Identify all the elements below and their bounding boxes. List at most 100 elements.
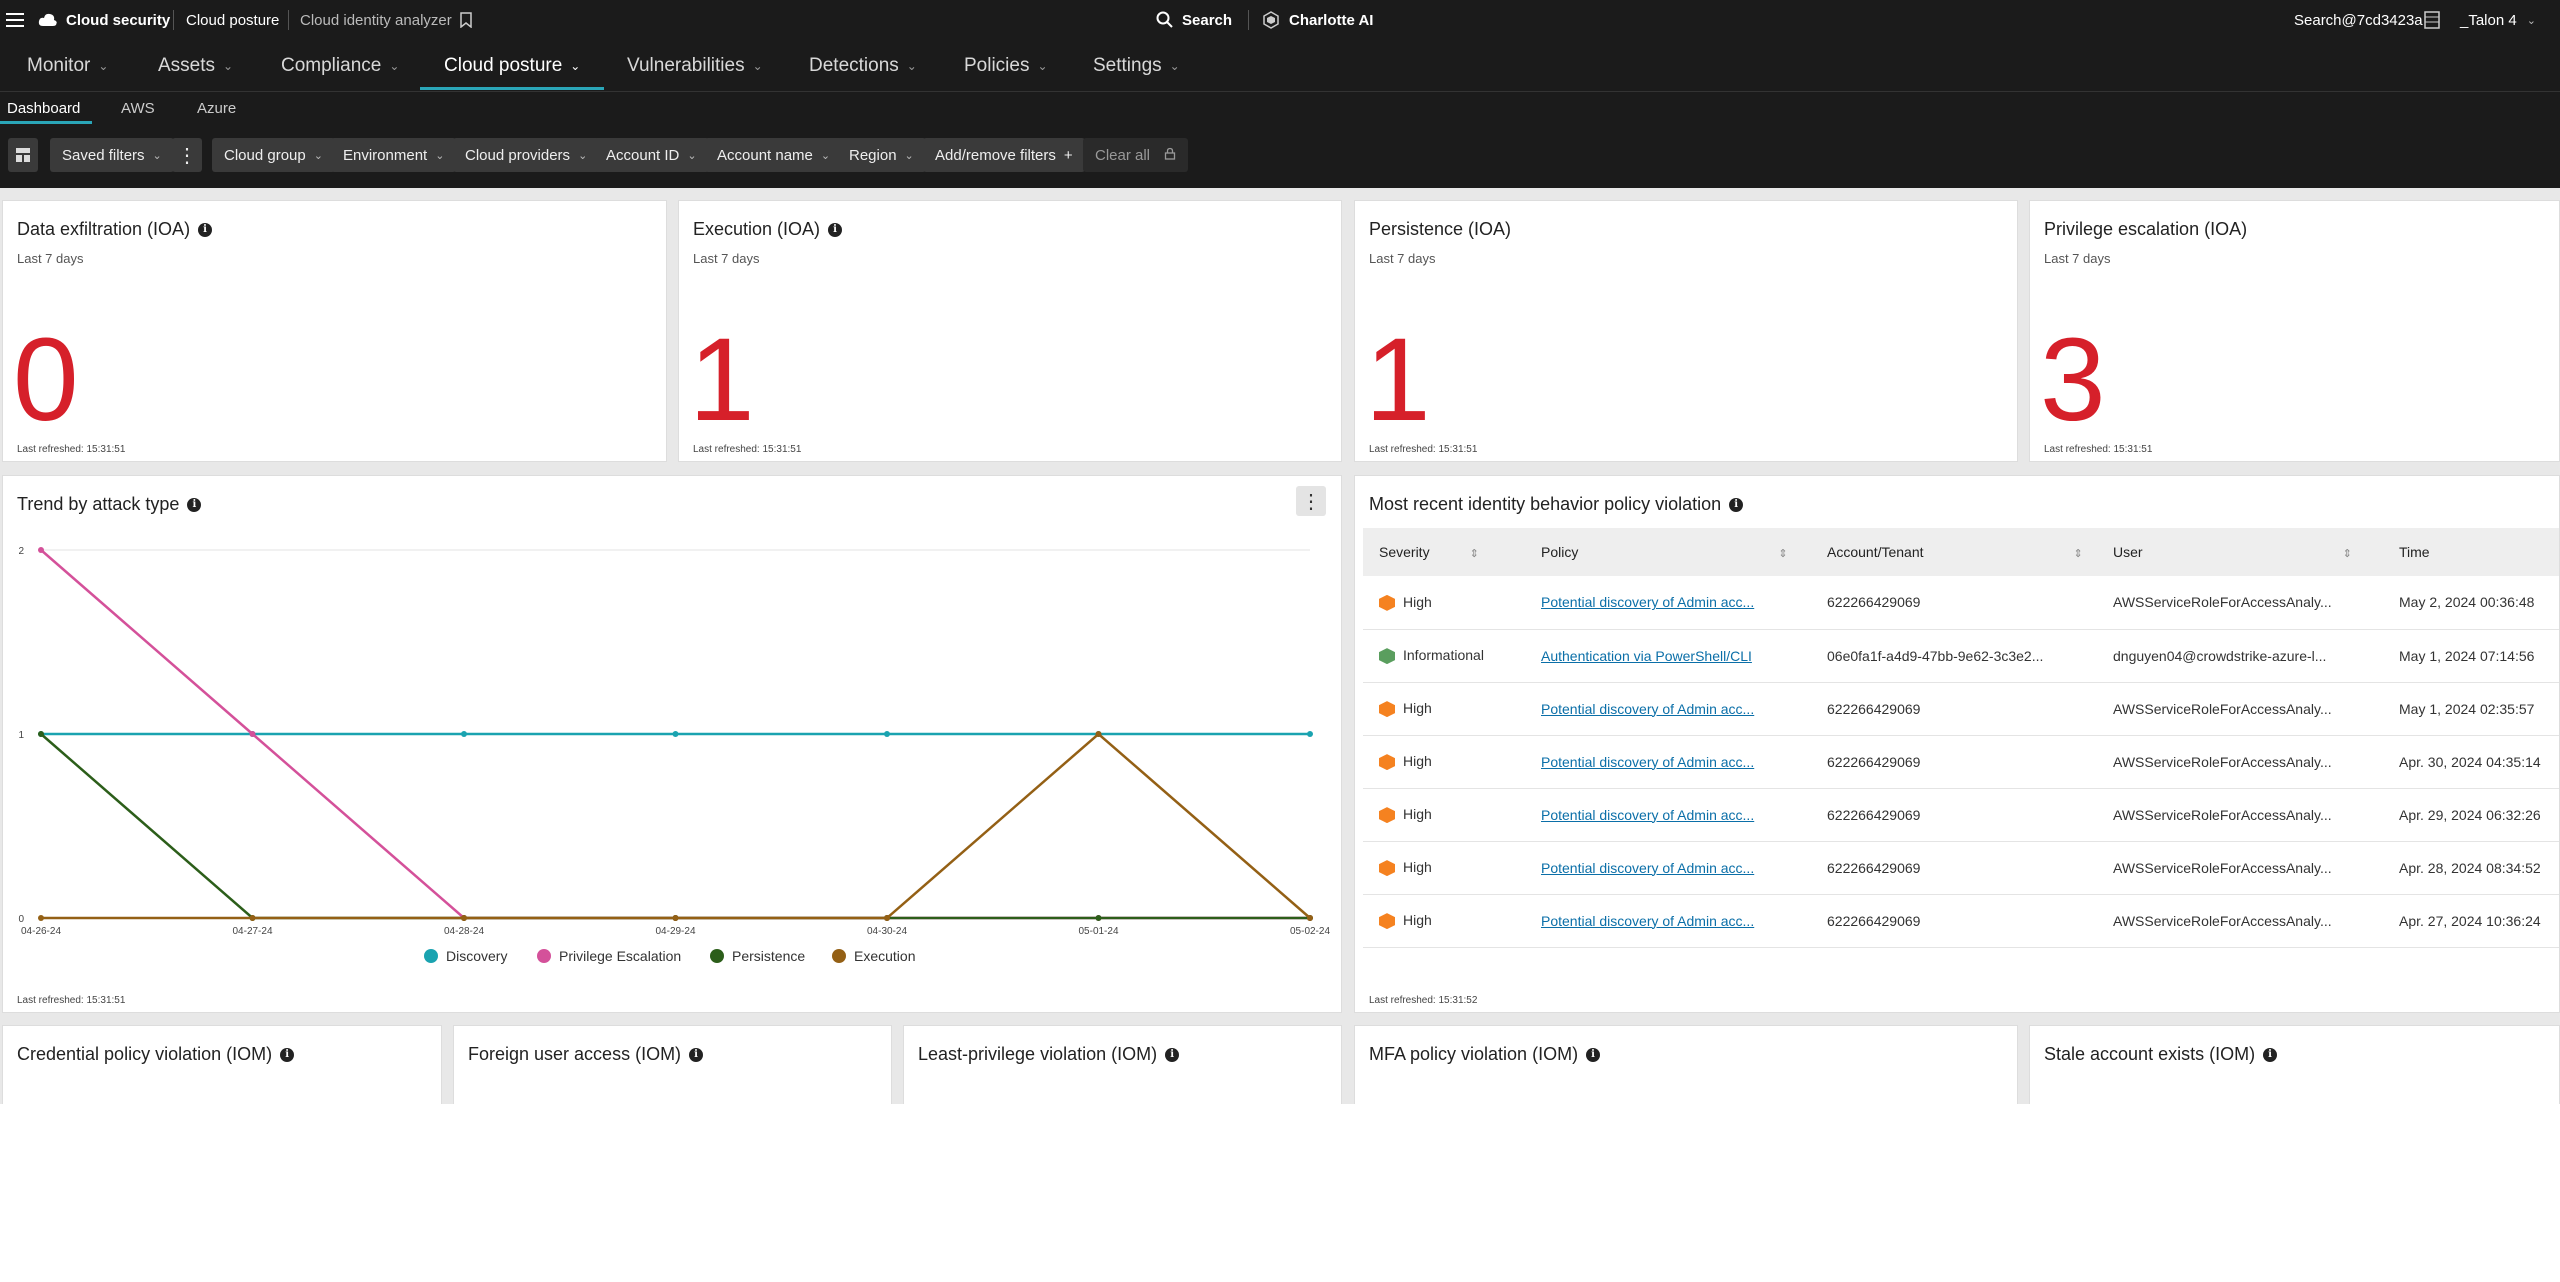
- legend-item[interactable]: Privilege Escalation: [537, 948, 681, 964]
- layout-toggle-button[interactable]: [8, 138, 38, 172]
- plus-icon: +: [1063, 146, 1073, 164]
- column-header-severity[interactable]: Severity ⇕: [1363, 528, 1525, 576]
- info-icon[interactable]: i: [187, 497, 202, 512]
- policy-link[interactable]: Authentication via PowerShell/CLI: [1541, 648, 1752, 664]
- policy-link[interactable]: Potential discovery of Admin acc...: [1541, 807, 1754, 823]
- saved-filters-dropdown[interactable]: Saved filters ⌄: [50, 138, 174, 172]
- info-icon[interactable]: i: [828, 222, 843, 237]
- policy-link[interactable]: Potential discovery of Admin acc...: [1541, 913, 1754, 929]
- user-account[interactable]: Search@7cd3423a: [2294, 0, 2423, 40]
- card-period: Last 7 days: [2044, 251, 2111, 266]
- nav-compliance[interactable]: Compliance ⌄: [281, 40, 399, 92]
- tab-aws[interactable]: AWS: [121, 92, 155, 124]
- filter-account-id[interactable]: Account ID ⌄: [594, 138, 709, 172]
- card-value[interactable]: 1: [689, 321, 755, 439]
- legend-item[interactable]: Execution: [832, 948, 915, 964]
- search-icon[interactable]: [1156, 0, 1174, 40]
- app-name[interactable]: Cloud security: [66, 0, 170, 40]
- x-tick-label: 05-01-24: [1078, 926, 1118, 937]
- tenant-selector[interactable]: _Talon 4 ⌄: [2460, 0, 2536, 40]
- filter-account-name[interactable]: Account name ⌄: [705, 138, 843, 172]
- info-icon[interactable]: i: [689, 1047, 704, 1062]
- info-icon[interactable]: i: [1729, 497, 1744, 512]
- card-refreshed: Last refreshed: 15:31:51: [1369, 444, 1478, 455]
- breadcrumb-cloud-posture[interactable]: Cloud posture: [186, 0, 279, 40]
- info-icon[interactable]: i: [280, 1047, 295, 1062]
- bookmark-icon[interactable]: [460, 0, 472, 40]
- user-cell: dnguyen04@crowdstrike-azure-l...: [2113, 647, 2327, 664]
- chevron-down-icon: ⌄: [223, 59, 234, 73]
- layout-icon[interactable]: [2424, 0, 2440, 40]
- time-cell: Apr. 28, 2024 08:34:52: [2399, 859, 2541, 876]
- info-icon[interactable]: i: [1586, 1047, 1601, 1062]
- column-header-account[interactable]: Account/Tenant ⇕: [1811, 528, 2097, 576]
- column-header-time[interactable]: Time: [2383, 528, 2559, 576]
- card-value[interactable]: 3: [2040, 321, 2106, 439]
- column-header-policy[interactable]: Policy ⇕: [1525, 528, 1811, 576]
- table-row[interactable]: High Potential discovery of Admin acc... 6…: [1363, 841, 2559, 894]
- sort-icon[interactable]: ⇕: [1778, 548, 1787, 560]
- tab-azure[interactable]: Azure: [197, 92, 236, 124]
- table-row[interactable]: High Potential discovery of Admin acc... 6…: [1363, 788, 2559, 841]
- filter-cloud-providers[interactable]: Cloud providers ⌄: [453, 138, 600, 172]
- sub-nav: Dashboard AWS Azure: [0, 92, 2560, 124]
- nav-assets[interactable]: Assets ⌄: [158, 40, 233, 92]
- legend-item[interactable]: Persistence: [710, 948, 805, 964]
- card-refreshed: Last refreshed: 15:31:51: [2044, 444, 2153, 455]
- nav-cloud-posture[interactable]: Cloud posture ⌄: [444, 40, 580, 92]
- severity-label: High: [1403, 593, 1432, 610]
- sort-icon[interactable]: ⇕: [2343, 548, 2352, 560]
- data-point: [672, 731, 679, 737]
- menu-icon[interactable]: [6, 0, 24, 40]
- nav-detections[interactable]: Detections ⌄: [809, 40, 917, 92]
- column-header-user[interactable]: User ⇕: [2097, 528, 2383, 576]
- add-remove-filters-button[interactable]: Add/remove filters +: [923, 138, 1085, 172]
- policy-link[interactable]: Potential discovery of Admin acc...: [1541, 701, 1754, 717]
- tab-dashboard[interactable]: Dashboard: [7, 92, 80, 124]
- nav-monitor[interactable]: Monitor ⌄: [27, 40, 108, 92]
- card-value[interactable]: 1: [1365, 321, 1431, 439]
- table-row[interactable]: High Potential discovery of Admin acc... 6…: [1363, 735, 2559, 788]
- policy-cell: Potential discovery of Admin acc...: [1525, 576, 1811, 629]
- top-bar: Cloud security Cloud posture Cloud ident…: [0, 0, 2560, 40]
- search-button[interactable]: Search: [1182, 0, 1232, 40]
- data-point: [461, 915, 467, 921]
- more-options-button[interactable]: ⋮: [172, 138, 202, 172]
- table-row[interactable]: High Potential discovery of Admin acc... 6…: [1363, 682, 2559, 735]
- severity-hexagon-icon: [1379, 860, 1395, 877]
- nav-detections-label: Detections: [809, 55, 899, 76]
- chevron-down-icon: ⌄: [904, 149, 914, 162]
- nav-policies[interactable]: Policies ⌄: [964, 40, 1048, 92]
- chevron-down-icon: ⌄: [98, 59, 109, 73]
- info-icon[interactable]: i: [198, 222, 213, 237]
- violations-card: Most recent identity behavior policy vio…: [1354, 475, 2560, 1013]
- chart-options-button[interactable]: ⋮: [1296, 486, 1326, 516]
- info-icon[interactable]: i: [2263, 1047, 2278, 1062]
- chevron-down-icon: ⌄: [313, 149, 323, 162]
- table-row[interactable]: Informational Authentication via PowerShe…: [1363, 629, 2559, 682]
- filter-environment[interactable]: Environment ⌄: [331, 138, 457, 172]
- filter-cloud-group[interactable]: Cloud group ⌄: [212, 138, 335, 172]
- legend-item[interactable]: Discovery: [424, 948, 507, 964]
- policy-link[interactable]: Potential discovery of Admin acc...: [1541, 860, 1754, 876]
- nav-settings[interactable]: Settings ⌄: [1093, 40, 1180, 92]
- filter-label: Account ID: [606, 146, 680, 164]
- policy-link[interactable]: Potential discovery of Admin acc...: [1541, 754, 1754, 770]
- table-row[interactable]: High Potential discovery of Admin acc... 6…: [1363, 894, 2559, 947]
- info-icon[interactable]: i: [1165, 1047, 1180, 1062]
- policy-link[interactable]: Potential discovery of Admin acc...: [1541, 594, 1754, 610]
- charlotte-ai-icon[interactable]: [1262, 0, 1280, 40]
- chevron-down-icon: ⌄: [687, 149, 697, 162]
- table-row[interactable]: High Potential discovery of Admin acc... 6…: [1363, 576, 2559, 629]
- ioa-card-privilege-escalation: Privilege escalation (IOA) Last 7 days 3…: [2029, 200, 2560, 462]
- charlotte-ai-button[interactable]: Charlotte AI: [1289, 0, 1373, 40]
- iom-card-least-privilege: Least-privilege violation (IOM) i: [903, 1025, 1342, 1104]
- card-value[interactable]: 0: [13, 321, 79, 439]
- severity-cell: High: [1363, 841, 1525, 894]
- sort-icon[interactable]: ⇕: [2074, 548, 2083, 560]
- breadcrumb-cloud-identity-analyzer[interactable]: Cloud identity analyzer: [300, 0, 452, 40]
- filter-region[interactable]: Region ⌄: [837, 138, 926, 172]
- nav-vulnerabilities[interactable]: Vulnerabilities ⌄: [627, 40, 763, 92]
- sort-icon[interactable]: ⇕: [1470, 548, 1479, 560]
- clear-all-button[interactable]: Clear all: [1083, 138, 1189, 172]
